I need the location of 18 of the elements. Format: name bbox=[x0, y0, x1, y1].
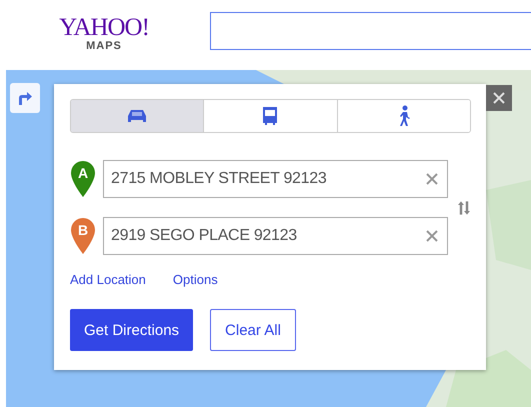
address-field[interactable]: 2919 SEGO PLACE 92123 bbox=[103, 217, 448, 255]
clear-icon[interactable] bbox=[426, 173, 438, 185]
address-field[interactable]: 2715 MOBLEY STREET 92123 bbox=[103, 160, 448, 198]
text-link[interactable]: Options bbox=[172, 272, 218, 287]
pin-letter: A bbox=[78, 165, 88, 181]
text-link[interactable]: Add Location bbox=[70, 272, 146, 287]
directions-icon[interactable] bbox=[10, 83, 40, 113]
close-icon[interactable] bbox=[486, 85, 512, 111]
car-icon bbox=[126, 108, 148, 124]
logo-subtitle: MAPS bbox=[86, 40, 122, 52]
logo-wordmark[interactable]: YAHOO! bbox=[59, 14, 149, 42]
bus-icon bbox=[261, 106, 280, 126]
pin-letter: B bbox=[78, 222, 88, 238]
get-directions-button[interactable]: Get Directions bbox=[70, 309, 194, 351]
search-field[interactable] bbox=[210, 12, 531, 50]
car-tab[interactable] bbox=[71, 100, 204, 132]
clear-all-button[interactable]: Clear All bbox=[210, 309, 296, 351]
clear-icon[interactable] bbox=[426, 230, 438, 242]
